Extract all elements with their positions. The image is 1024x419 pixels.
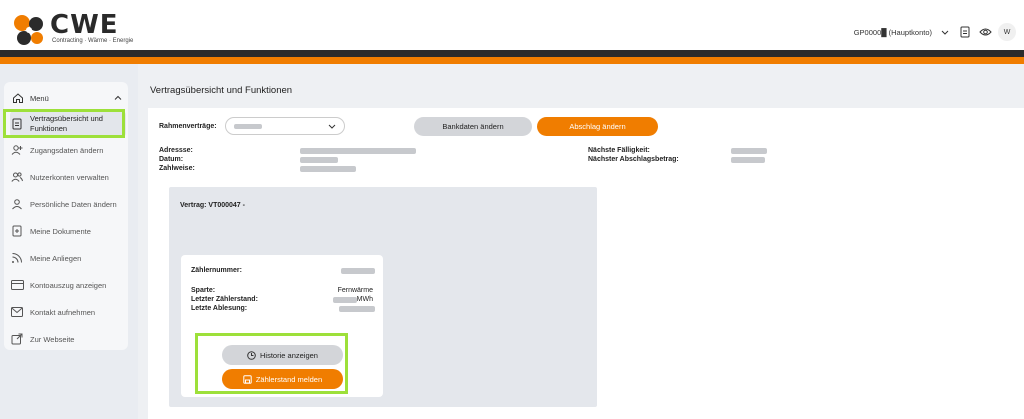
rss-icon bbox=[10, 251, 24, 265]
sidebar-item-label: Persönliche Daten ändern bbox=[30, 199, 117, 209]
sidebar-item-label: Nutzerkonten verwalten bbox=[30, 172, 109, 182]
meter-number-label: Zählernummer: bbox=[191, 267, 242, 274]
redacted-amount bbox=[731, 157, 765, 163]
logo-text: CWE bbox=[50, 10, 119, 40]
sidebar-item-label: Kontakt aufnehmen bbox=[30, 307, 96, 317]
redacted-address bbox=[300, 148, 416, 154]
last-reading-label: Letzter Zählerstand: bbox=[191, 296, 258, 303]
user-plus-icon bbox=[10, 143, 24, 157]
document-icon[interactable] bbox=[958, 25, 972, 39]
menu-label: Menü bbox=[30, 93, 49, 103]
sidebar-item-label: Zur Webseite bbox=[30, 334, 75, 344]
logo-tagline: Contracting · Wärme · Energie bbox=[52, 38, 134, 44]
home-icon bbox=[13, 93, 23, 103]
eye-icon[interactable] bbox=[978, 25, 992, 39]
redacted-read-date bbox=[339, 306, 375, 312]
date-label: Datum: bbox=[159, 156, 184, 163]
cwe-logo[interactable]: CWE Contracting · Wärme · Energie bbox=[12, 10, 133, 46]
branch-label: Sparte: bbox=[191, 287, 216, 294]
sidebar-item-label: Meine Anliegen bbox=[30, 253, 82, 263]
card-icon bbox=[10, 278, 24, 292]
contract-title: Vertrag: VT000047 - bbox=[180, 202, 245, 209]
sidebar-item-dokumente[interactable]: Meine Dokumente bbox=[10, 220, 126, 242]
redacted-reading bbox=[333, 297, 357, 303]
redacted-date bbox=[300, 157, 338, 163]
header-dark-bar bbox=[0, 50, 1024, 57]
logo-mark-icon bbox=[14, 15, 43, 45]
account-selector[interactable]: GP0000█ (Hauptkonto) bbox=[854, 28, 932, 37]
top-header: CWE Contracting · Wärme · Energie GP0000… bbox=[0, 0, 1024, 50]
highlight-frame-actions bbox=[195, 333, 348, 394]
sidebar-item-label: Kontoauszug anzeigen bbox=[30, 280, 107, 290]
user-icon bbox=[10, 197, 24, 211]
header-actions: GP0000█ (Hauptkonto) W bbox=[854, 22, 1016, 42]
last-reading-unit: MWh bbox=[356, 296, 373, 303]
page-title: Vertragsübersicht und Funktionen bbox=[150, 85, 293, 96]
frame-contracts-label: Rahmenverträge: bbox=[159, 123, 217, 130]
due-label: Nächste Fälligkeit: bbox=[588, 147, 650, 154]
redacted-meter-number bbox=[341, 268, 375, 274]
chevron-down-icon bbox=[328, 124, 336, 129]
redacted-payment bbox=[300, 166, 356, 172]
branch-value: Fernwärme bbox=[337, 287, 373, 294]
sidebar-item-kontoauszug[interactable]: Kontoauszug anzeigen bbox=[10, 274, 126, 296]
frame-contracts-select[interactable] bbox=[225, 117, 345, 135]
file-icon bbox=[10, 224, 24, 238]
mail-icon bbox=[10, 305, 24, 319]
chevron-down-icon[interactable] bbox=[938, 25, 952, 39]
redacted-value bbox=[234, 123, 262, 129]
chevron-up-icon bbox=[114, 95, 122, 100]
sidebar-item-label: Zugangsdaten ändern bbox=[30, 145, 104, 155]
menu-header[interactable]: Menü bbox=[12, 88, 122, 108]
external-link-icon bbox=[10, 332, 24, 346]
user-avatar[interactable]: W bbox=[998, 23, 1016, 41]
installment-button[interactable]: Abschlag ändern bbox=[537, 117, 658, 136]
highlight-frame-sidebar bbox=[3, 109, 125, 138]
next-amount-label: Nächster Abschlagsbetrag: bbox=[588, 156, 679, 163]
last-read-date-label: Letzte Ablesung: bbox=[191, 305, 248, 312]
sidebar-item-anliegen[interactable]: Meine Anliegen bbox=[10, 247, 126, 269]
sidebar-item-persoenliche-daten[interactable]: Persönliche Daten ändern bbox=[10, 193, 126, 215]
sidebar-item-zugangsdaten[interactable]: Zugangsdaten ändern bbox=[10, 139, 126, 161]
sidebar-item-nutzerkonten[interactable]: Nutzerkonten verwalten bbox=[10, 166, 126, 188]
bank-data-button[interactable]: Bankdaten ändern bbox=[414, 117, 532, 136]
payment-label: Zahlweise: bbox=[159, 165, 195, 172]
address-label: Adressse: bbox=[159, 147, 193, 154]
users-icon bbox=[10, 170, 24, 184]
sidebar-item-kontakt[interactable]: Kontakt aufnehmen bbox=[10, 301, 126, 323]
header-orange-bar bbox=[0, 57, 1024, 64]
sidebar-item-webseite[interactable]: Zur Webseite bbox=[10, 328, 126, 350]
sidebar-item-label: Meine Dokumente bbox=[30, 226, 91, 236]
redacted-due bbox=[731, 148, 767, 154]
